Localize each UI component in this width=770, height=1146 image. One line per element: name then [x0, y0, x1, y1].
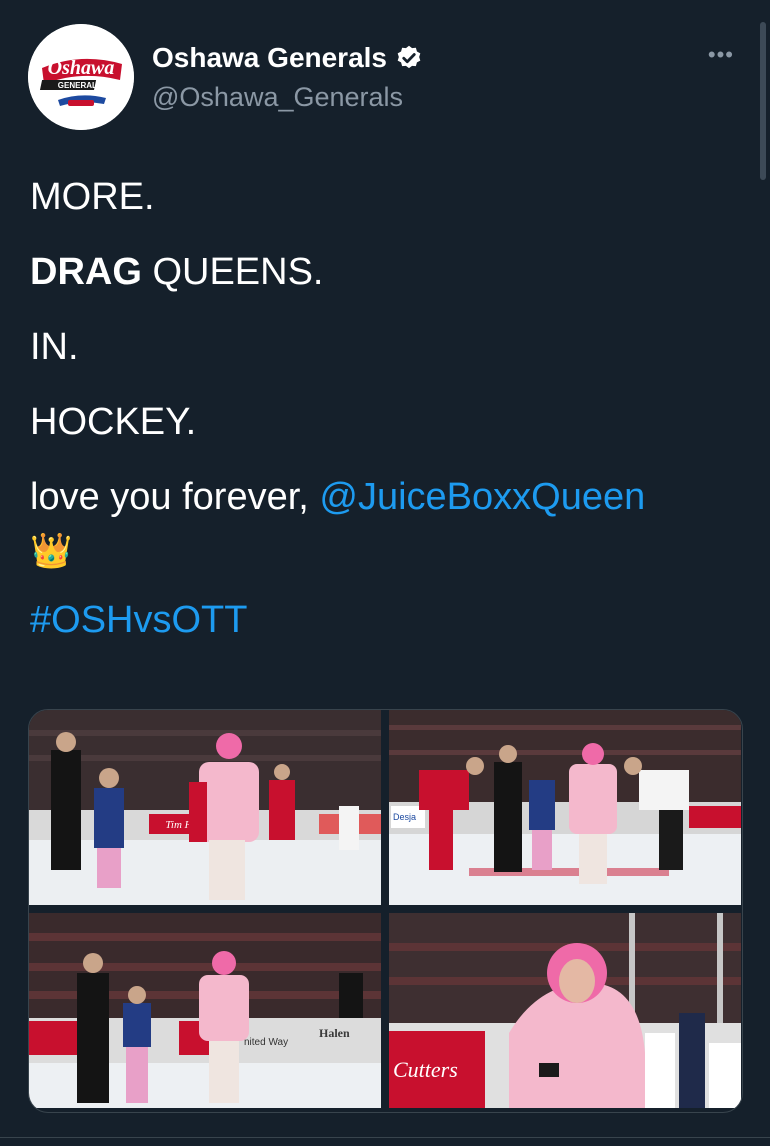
scrollbar[interactable]: [760, 22, 766, 180]
photo-1[interactable]: Tim H: [29, 710, 381, 905]
photo-4-image: Cutters: [389, 913, 741, 1108]
bold-word: DRAG: [30, 251, 142, 293]
media-grid: Tim H Desja nited Way Halen Cutters: [28, 709, 743, 1113]
photo-2[interactable]: Desja: [389, 710, 741, 905]
photo-2-image: Desja: [389, 710, 741, 905]
photo-3[interactable]: nited Way Halen: [29, 913, 381, 1108]
photo-3-sign: nited Way: [244, 1037, 288, 1048]
crown-emoji: 👑: [30, 532, 73, 570]
photo-4-sign: Cutters: [393, 1057, 458, 1082]
photo-3-image: nited Way Halen: [29, 913, 381, 1108]
tweet-line: MORE.: [30, 176, 155, 218]
photo-1-image: Tim H: [29, 710, 381, 905]
mention-link[interactable]: @JuiceBoxxQueen: [319, 476, 645, 518]
tweet-line: DRAG QUEENS.: [30, 253, 740, 291]
generals-logo: Oshawa GENERALS: [28, 24, 134, 130]
account-handle[interactable]: @Oshawa_Generals: [152, 82, 403, 113]
photo-3-sign-2: Halen: [319, 1026, 350, 1040]
divider: [0, 1137, 770, 1138]
tweet-line-text: love you forever,: [30, 476, 320, 518]
logo-subtext: GENERALS: [58, 81, 103, 90]
hashtag-link[interactable]: #OSHvsOTT: [30, 601, 740, 639]
tweet-header: Oshawa GENERALS Oshawa Generals @Oshawa_…: [28, 24, 748, 134]
avatar[interactable]: Oshawa GENERALS: [28, 24, 134, 130]
tweet-line: HOCKEY.: [30, 401, 197, 443]
tweet-line: IN.: [30, 326, 79, 368]
photo-4[interactable]: Cutters: [389, 913, 741, 1108]
logo-wordmark: Oshawa: [48, 57, 115, 79]
photo-2-sign: Desja: [393, 812, 416, 822]
display-name[interactable]: Oshawa Generals: [152, 42, 387, 74]
tweet-body: MORE. DRAG QUEENS. IN. HOCKEY. love you …: [30, 178, 740, 676]
verified-badge-icon: [397, 45, 421, 69]
tweet-line-rest: QUEENS.: [141, 251, 324, 293]
tweet-line: love you forever, @JuiceBoxxQueen: [30, 478, 740, 516]
more-options-icon[interactable]: •••: [708, 42, 734, 68]
name-row: Oshawa Generals: [152, 42, 423, 74]
